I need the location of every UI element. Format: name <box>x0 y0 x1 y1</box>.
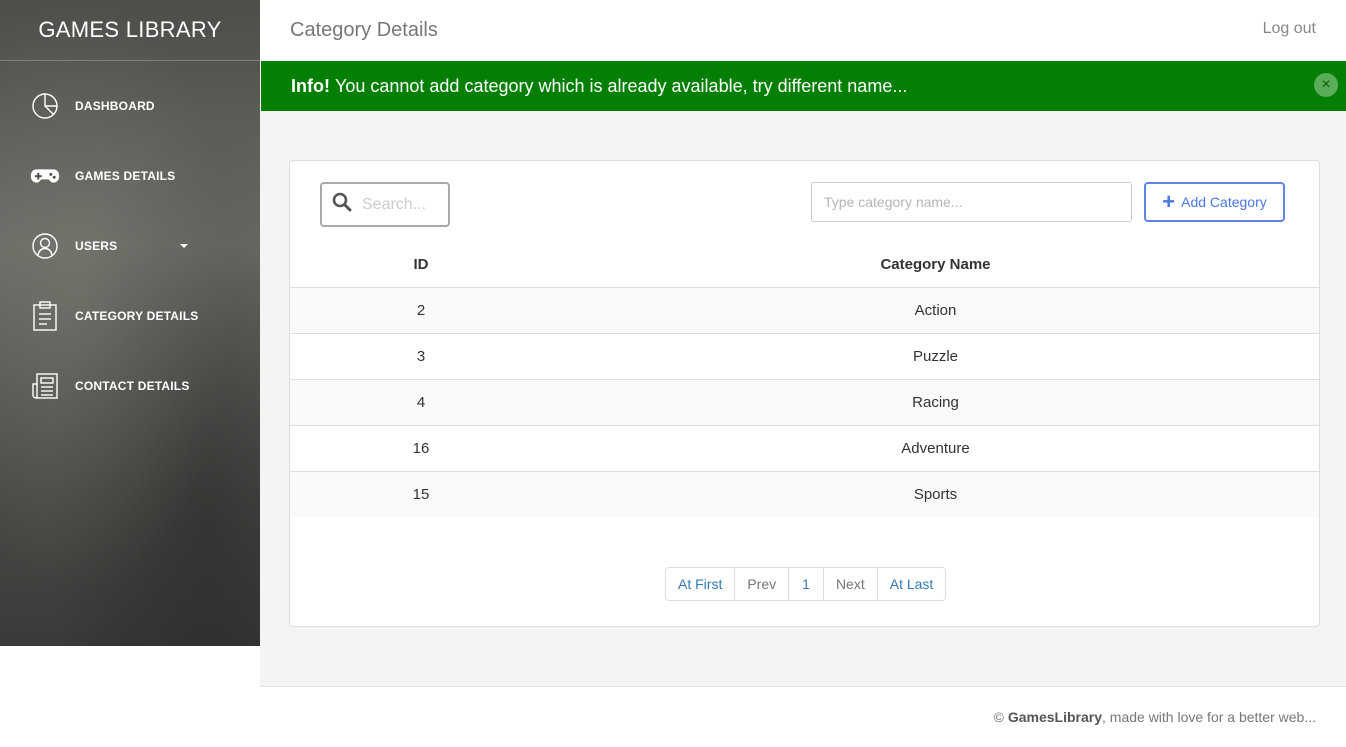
top-header: Category Details Log out <box>260 0 1346 61</box>
alert-strong: Info! <box>291 75 330 96</box>
pagination-first-button[interactable]: At First <box>666 568 736 600</box>
page-title: Category Details <box>290 19 438 41</box>
sidebar: GAMES LIBRARY DASHBOARD GAMES DETAILS US… <box>0 0 260 646</box>
add-category-button[interactable]: + Add Category <box>1144 182 1285 222</box>
cell-id: 16 <box>290 425 552 472</box>
category-name-input[interactable] <box>811 182 1132 222</box>
table-header-row: ID Category Name <box>290 243 1319 288</box>
cell-id: 2 <box>290 287 552 334</box>
column-header-id[interactable]: ID <box>290 243 552 288</box>
sidebar-item-label: CONTACT DETAILS <box>75 379 190 393</box>
sidebar-item-category-details[interactable]: CATEGORY DETAILS <box>0 281 260 351</box>
column-header-category-name[interactable]: Category Name <box>552 243 1319 288</box>
alert-message: You cannot add category which is already… <box>334 75 908 96</box>
search-input[interactable] <box>362 195 442 214</box>
copyright-symbol: © <box>993 709 1004 725</box>
add-category-label: Add Category <box>1181 194 1267 210</box>
clipboard-icon <box>30 301 60 331</box>
pagination-next-button[interactable]: Next <box>823 568 878 600</box>
pagination: At First Prev 1 Next At Last <box>665 567 947 601</box>
table-row[interactable]: 4 Racing <box>290 379 1319 426</box>
brand-title[interactable]: GAMES LIBRARY <box>0 0 260 61</box>
table-row[interactable]: 3 Puzzle <box>290 333 1319 380</box>
cell-id: 4 <box>290 379 552 426</box>
sidebar-item-label: USERS <box>75 239 118 253</box>
sidebar-item-label: CATEGORY DETAILS <box>75 309 199 323</box>
sidebar-item-games-details[interactable]: GAMES DETAILS <box>0 141 260 211</box>
footer-copyright: © GamesLibrary, made with love for a bet… <box>994 709 1316 725</box>
cell-category-name: Sports <box>552 471 1319 517</box>
category-table: ID Category Name 2 Action 3 Puzzle 4 Rac… <box>290 243 1319 517</box>
sidebar-item-dashboard[interactable]: DASHBOARD <box>0 71 260 141</box>
plus-icon: + <box>1162 189 1176 214</box>
cell-category-name: Action <box>552 287 1319 334</box>
gamepad-icon <box>30 161 60 191</box>
category-card: + Add Category ID Category Name 2 Action… <box>289 160 1320 627</box>
search-icon <box>332 192 352 217</box>
cell-id: 15 <box>290 471 552 517</box>
pie-chart-icon <box>30 91 60 121</box>
main-content: + Add Category ID Category Name 2 Action… <box>260 111 1346 686</box>
pagination-last-button[interactable]: At Last <box>877 568 946 600</box>
table-row[interactable]: 15 Sports <box>290 471 1319 517</box>
info-alert: Info! You cannot add category which is a… <box>261 61 1346 111</box>
logout-link[interactable]: Log out <box>1263 20 1316 38</box>
footer-tagline: , made with love for a better web... <box>1102 709 1316 725</box>
cell-category-name: Puzzle <box>552 333 1319 380</box>
sidebar-item-users[interactable]: USERS <box>0 211 260 281</box>
cell-category-name: Adventure <box>552 425 1319 472</box>
footer: © GamesLibrary, made with love for a bet… <box>260 686 1346 747</box>
chevron-down-icon[interactable] <box>180 244 188 248</box>
sidebar-nav: DASHBOARD GAMES DETAILS USERS CATEGORY D… <box>0 71 260 421</box>
cell-id: 3 <box>290 333 552 380</box>
footer-brand[interactable]: GamesLibrary <box>1008 709 1102 725</box>
user-icon <box>30 231 60 261</box>
pagination-prev-button[interactable]: Prev <box>735 568 790 600</box>
sidebar-item-label: DASHBOARD <box>75 99 155 113</box>
pagination-page-1[interactable]: 1 <box>789 568 824 600</box>
sidebar-item-contact-details[interactable]: CONTACT DETAILS <box>0 351 260 421</box>
table-row[interactable]: 2 Action <box>290 287 1319 334</box>
close-icon[interactable]: × <box>1314 73 1338 97</box>
sidebar-item-label: GAMES DETAILS <box>75 169 176 183</box>
cell-category-name: Racing <box>552 379 1319 426</box>
newspaper-icon <box>30 371 60 401</box>
search-box[interactable] <box>320 182 450 227</box>
table-row[interactable]: 16 Adventure <box>290 425 1319 472</box>
